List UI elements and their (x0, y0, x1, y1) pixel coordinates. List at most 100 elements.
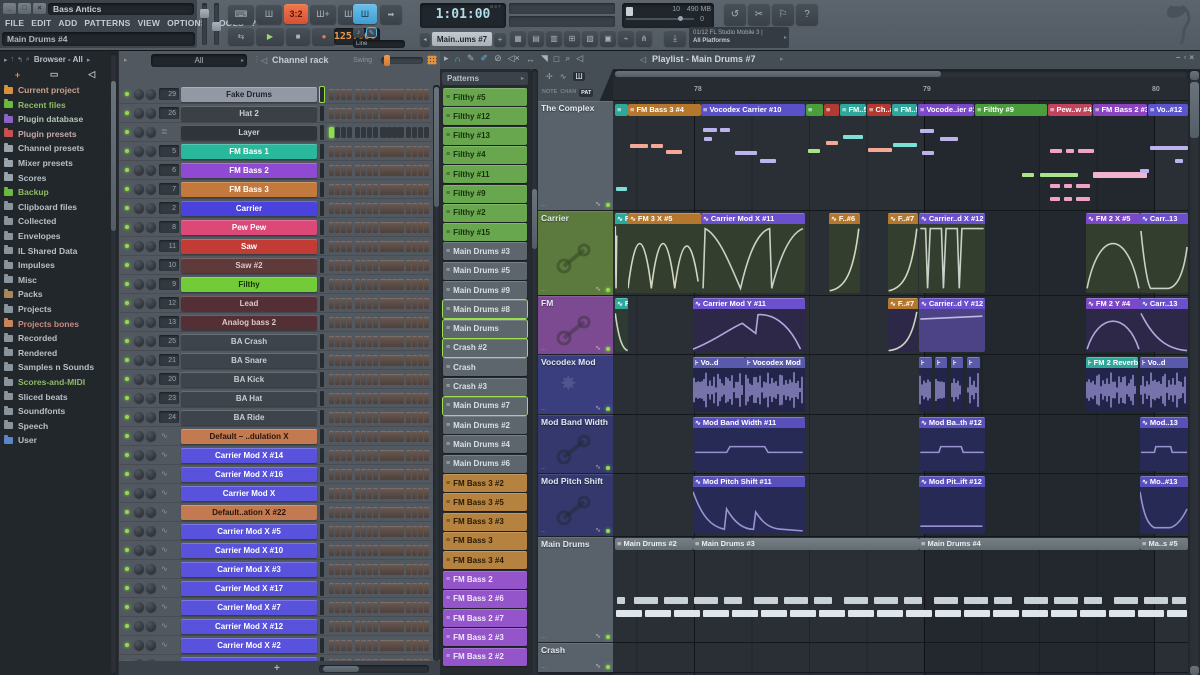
step-cell[interactable] (386, 317, 392, 328)
clip-filthy-9[interactable]: ≡ Filthy #9 (975, 104, 1047, 116)
step-cell[interactable] (360, 450, 366, 461)
countdown-icon[interactable]: Ш+ (310, 4, 336, 24)
step-cell[interactable] (398, 450, 404, 461)
pan-knob[interactable] (134, 507, 144, 517)
step-cell[interactable] (386, 507, 392, 518)
pattern-item-filthy-5[interactable]: ≡ Filthy #5 (443, 88, 527, 106)
step-cell[interactable] (386, 89, 392, 100)
news-banner[interactable]: 01/12 FL Studio Mobile 3 | All Platforms… (689, 27, 789, 48)
pattern-item-fm-bass-3-5[interactable]: ≡ FM Bass 3 #5 (443, 493, 527, 512)
step-cell[interactable] (372, 108, 378, 119)
step-cell[interactable] (423, 184, 430, 195)
track-header-mod-pitch-shift[interactable]: Mod Pitch Shift... ∿ (538, 474, 613, 537)
volume-knob[interactable] (146, 241, 156, 251)
channel-selector-strip[interactable] (320, 277, 324, 292)
step-cell[interactable] (360, 165, 366, 176)
step-cell[interactable] (347, 412, 353, 423)
clip-fm-2-reverb-4[interactable]: ⊦FM 2 Reverb #4 (1086, 357, 1138, 412)
step-cell[interactable] (366, 374, 372, 385)
step-cell[interactable] (354, 431, 360, 442)
channel-number-display[interactable]: 8 (159, 221, 179, 233)
volume-knob[interactable] (146, 640, 156, 650)
step-cell[interactable] (347, 355, 353, 366)
browser-item-misc[interactable]: Misc (4, 274, 37, 285)
step-cell[interactable] (392, 165, 398, 176)
channel-selector-strip[interactable] (320, 220, 324, 235)
step-cell[interactable] (417, 203, 424, 214)
channel-selector-strip[interactable] (320, 467, 324, 482)
step-cell[interactable] (360, 298, 366, 309)
step-cell[interactable] (360, 279, 366, 290)
step-cell[interactable] (329, 640, 335, 651)
step-cell[interactable] (360, 564, 366, 575)
step-cell[interactable] (398, 127, 404, 138)
step-cell[interactable] (335, 412, 341, 423)
step-cell[interactable] (417, 355, 424, 366)
step-cell[interactable] (392, 431, 398, 442)
step-cell[interactable] (354, 507, 360, 518)
step-cell[interactable] (380, 298, 386, 309)
pan-knob[interactable] (134, 279, 144, 289)
clip-fm-bass-2-3[interactable]: ≡ FM Bass 2 #3 (1093, 104, 1147, 116)
browser-item-mixer-presets[interactable]: Mixer presets (4, 157, 73, 168)
channel-button[interactable]: Default..ation X #22 (181, 505, 317, 520)
pan-knob[interactable] (134, 355, 144, 365)
step-cell[interactable] (347, 431, 353, 442)
step-cell[interactable] (398, 298, 404, 309)
swing-slider-handle[interactable] (384, 55, 390, 66)
browser-scrollbar[interactable] (110, 53, 117, 673)
step-cell[interactable] (405, 184, 412, 195)
step-cell[interactable] (423, 526, 430, 537)
step-cell[interactable] (354, 279, 360, 290)
pattern-item-fm-bass-3[interactable]: ≡ FM Bass 3 (443, 531, 527, 550)
step-cell[interactable] (360, 108, 366, 119)
step-cell[interactable] (366, 260, 372, 271)
channel-enable-led[interactable] (125, 282, 129, 286)
clip-unnamed[interactable]: ⊦ (919, 357, 932, 412)
menu-patterns[interactable]: PATTERNS (84, 18, 130, 28)
channel-enable-led[interactable] (125, 643, 129, 647)
channel-enable-led[interactable] (125, 434, 129, 438)
pan-knob[interactable] (134, 165, 144, 175)
magnify-icon[interactable]: ⌕ (565, 53, 570, 64)
browser-item-recorded[interactable]: Recorded (4, 332, 57, 343)
draw-pencil-icon[interactable]: ✎ (467, 53, 475, 64)
track-header-the-complex[interactable]: The Complex... ∿ (538, 101, 613, 211)
step-cell[interactable] (411, 317, 418, 328)
step-cell[interactable] (329, 222, 335, 233)
step-cell[interactable] (347, 640, 353, 651)
track-link-icon[interactable]: ∿ (595, 632, 601, 640)
step-cell[interactable] (366, 450, 372, 461)
step-cell[interactable] (405, 127, 412, 138)
step-cell[interactable] (329, 545, 335, 556)
step-cell[interactable] (341, 279, 347, 290)
menu-arrow-icon[interactable]: ▸ (444, 53, 449, 64)
step-cell[interactable] (360, 184, 366, 195)
step-cell[interactable] (423, 393, 430, 404)
step-cell[interactable] (398, 374, 404, 385)
channel-button[interactable]: BA Hat (181, 391, 317, 406)
step-cell[interactable] (423, 317, 430, 328)
step-cell[interactable] (360, 431, 366, 442)
channel-enable-led[interactable] (125, 586, 129, 590)
step-cell[interactable] (347, 279, 353, 290)
step-cell[interactable] (411, 602, 418, 613)
step-cell[interactable] (360, 260, 366, 271)
step-cell[interactable] (329, 165, 335, 176)
step-cell[interactable] (354, 621, 360, 632)
touch-controller-button[interactable]: ⋔ (636, 30, 652, 46)
step-cell[interactable] (392, 564, 398, 575)
step-cell[interactable] (423, 564, 430, 575)
channel-enable-led[interactable] (125, 377, 129, 381)
step-cell[interactable] (341, 165, 347, 176)
cpu-slider-handle[interactable] (678, 16, 683, 21)
track-lane-fm[interactable]: ∿F..∿Carrier Mod Y #11∿F..#7∿Carrier..d … (613, 296, 1188, 355)
tab-pat[interactable]: PAT (579, 89, 594, 97)
master-volume-slider[interactable] (200, 3, 209, 45)
step-cell[interactable] (329, 260, 335, 271)
step-cell[interactable] (417, 583, 424, 594)
step-cell[interactable] (405, 431, 412, 442)
volume-knob[interactable] (146, 545, 156, 555)
step-cell[interactable] (380, 260, 386, 271)
channel-selector-strip[interactable] (320, 163, 324, 178)
